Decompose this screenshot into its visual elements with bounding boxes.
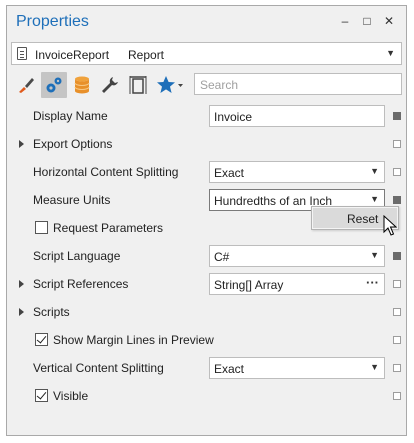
page-layout-icon: [129, 76, 147, 94]
expand-arrow-icon[interactable]: [19, 280, 24, 288]
property-value: Exact: [214, 166, 245, 180]
property-label: Visible: [53, 389, 89, 403]
expand-arrow-icon[interactable]: [19, 308, 24, 316]
property-label: Measure Units: [33, 193, 111, 207]
favorites-tab[interactable]: [153, 72, 187, 98]
maximize-button[interactable]: □: [359, 13, 375, 29]
property-marker[interactable]: [393, 140, 401, 148]
property-row-horizontal-content-splitting[interactable]: Horizontal Content Splitting Exact ▼: [11, 158, 403, 186]
database-icon: [74, 76, 90, 94]
object-selector[interactable]: InvoiceReport Report ▼: [11, 42, 402, 65]
search-placeholder: Search: [200, 78, 239, 92]
script-language-dropdown[interactable]: C# ▼: [209, 245, 385, 267]
report-document-icon: [17, 47, 27, 60]
property-marker[interactable]: [393, 280, 401, 288]
display-name-editor[interactable]: Invoice: [209, 105, 385, 127]
property-marker[interactable]: [393, 308, 401, 316]
property-grid: Display Name Invoice Export Options Hori…: [11, 102, 403, 416]
wrench-icon: [102, 77, 118, 93]
chevron-down-icon[interactable]: ▼: [370, 194, 379, 204]
property-value: C#: [214, 250, 230, 264]
search-input[interactable]: Search: [194, 73, 402, 95]
property-row-display-name[interactable]: Display Name Invoice: [11, 102, 403, 130]
property-marker[interactable]: [393, 364, 401, 372]
gears-icon: [46, 77, 62, 93]
property-row-show-margin-lines[interactable]: Show Margin Lines in Preview: [11, 326, 403, 354]
property-marker[interactable]: [393, 168, 401, 176]
vertical-splitting-dropdown[interactable]: Exact ▼: [209, 357, 385, 379]
chevron-down-icon[interactable]: ▼: [370, 166, 379, 176]
property-row-vertical-content-splitting[interactable]: Vertical Content Splitting Exact ▼: [11, 354, 403, 382]
chevron-down-icon[interactable]: ▼: [386, 48, 395, 58]
property-label: Script References: [33, 277, 129, 291]
property-marker[interactable]: [393, 112, 401, 120]
script-references-editor[interactable]: String[] Array ···: [209, 273, 385, 295]
property-marker[interactable]: [393, 392, 401, 400]
show-margin-lines-checkbox[interactable]: [35, 333, 48, 346]
wrench-tab[interactable]: [97, 72, 123, 98]
property-marker[interactable]: [393, 196, 401, 204]
property-row-script-language[interactable]: Script Language C# ▼: [11, 242, 403, 270]
page-layout-tab[interactable]: [125, 72, 151, 98]
property-value: Exact: [214, 362, 245, 376]
property-row-export-options[interactable]: Export Options: [11, 130, 403, 158]
expand-arrow-icon[interactable]: [19, 140, 24, 148]
property-row-scripts[interactable]: Scripts: [11, 298, 403, 326]
property-label: Export Options: [33, 137, 113, 151]
property-label: Show Margin Lines in Preview: [53, 333, 214, 347]
gears-tab[interactable]: [41, 72, 67, 98]
star-icon: [157, 76, 183, 93]
visible-checkbox[interactable]: [35, 389, 48, 402]
brush-icon: [19, 78, 34, 93]
property-value: String[] Array: [214, 278, 284, 292]
property-row-script-references[interactable]: Script References String[] Array ···: [11, 270, 403, 298]
property-value: Invoice: [214, 110, 253, 124]
property-marker[interactable]: [393, 252, 401, 260]
brush-tab[interactable]: [13, 72, 39, 98]
selected-object-type: Report: [128, 48, 165, 62]
property-label: Display Name: [33, 109, 108, 123]
request-parameters-checkbox[interactable]: [35, 221, 48, 234]
property-label: Request Parameters: [53, 221, 164, 235]
chevron-down-icon[interactable]: ▼: [370, 250, 379, 260]
property-label: Scripts: [33, 305, 70, 319]
ellipsis-button[interactable]: ···: [366, 275, 379, 290]
title-bar: Properties – □ ✕: [7, 6, 406, 39]
property-label: Horizontal Content Splitting: [33, 165, 179, 179]
horizontal-splitting-dropdown[interactable]: Exact ▼: [209, 161, 385, 183]
mouse-cursor-icon: [383, 215, 397, 236]
property-label: Vertical Content Splitting: [33, 361, 164, 375]
property-marker[interactable]: [393, 336, 401, 344]
selected-object-name: InvoiceReport: [35, 48, 110, 62]
database-tab[interactable]: [69, 72, 95, 98]
minimize-button[interactable]: –: [337, 13, 353, 29]
reset-menu-label: Reset: [347, 212, 379, 226]
chevron-down-icon[interactable]: ▼: [370, 362, 379, 372]
panel-title: Properties: [16, 13, 89, 30]
close-button[interactable]: ✕: [381, 13, 397, 29]
property-label: Script Language: [33, 249, 121, 263]
property-row-visible[interactable]: Visible: [11, 382, 403, 410]
